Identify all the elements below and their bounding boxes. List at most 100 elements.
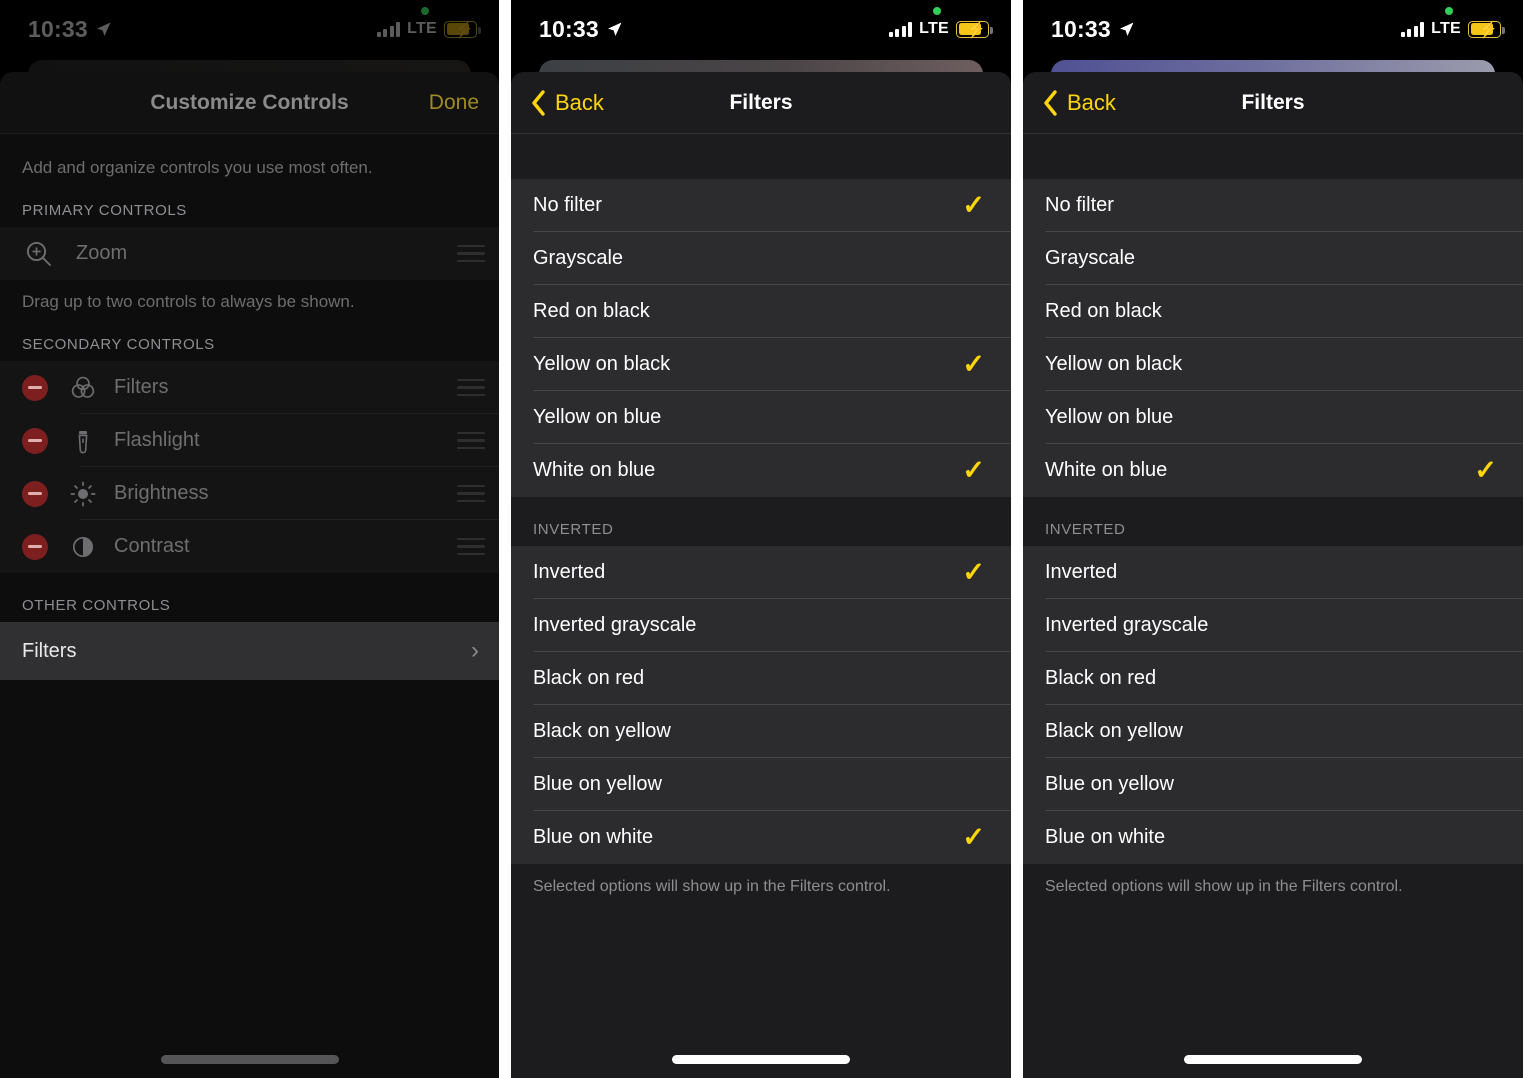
control-label: Zoom — [76, 242, 128, 264]
sheet-filler — [511, 896, 1011, 1078]
filter-row-inverted-grayscale[interactable]: Inverted grayscale✓ — [1023, 599, 1523, 652]
filter-row-black-on-red[interactable]: Black on red✓ — [511, 652, 1011, 705]
filter-row-blue-on-white[interactable]: Blue on white✓ — [1023, 811, 1523, 864]
filter-row-yellow-on-black[interactable]: Yellow on black✓ — [1023, 338, 1523, 391]
home-indicator[interactable] — [160, 1055, 339, 1064]
control-label: Filters — [22, 639, 77, 662]
location-arrow-icon — [1119, 22, 1134, 36]
primary-controls-hint: Drag up to two controls to always be sho… — [0, 280, 499, 312]
filters-list: No filter✓ Grayscale✓ Red on black✓ Yell… — [1023, 179, 1523, 497]
inverted-filters-list: Inverted✓ Inverted grayscale✓ Black on r… — [1023, 546, 1523, 864]
modal-sheet: Back Filters No filter✓ Grayscale✓ Red o… — [1023, 72, 1523, 1078]
control-label: Brightness — [114, 482, 209, 504]
checkmark-icon: ✓ — [1474, 455, 1497, 485]
filters-list: No filter✓ Grayscale✓ Red on black✓ Yell… — [511, 179, 1011, 497]
three-panel-screenshot-strip: 10:33 LTE ⚡ Customize Controls Done Add … — [0, 0, 1524, 1078]
filter-row-yellow-on-blue[interactable]: Yellow on blue✓ — [1023, 391, 1523, 444]
top-spacer — [511, 134, 1011, 179]
remove-minus-icon[interactable] — [22, 427, 48, 454]
filter-row-yellow-on-black[interactable]: Yellow on black✓ — [511, 338, 1011, 391]
status-bar-clock: 10:33 — [28, 15, 88, 42]
location-arrow-icon — [96, 22, 111, 36]
battery-charging-icon: ⚡ — [956, 20, 993, 39]
filter-label: White on blue — [1045, 459, 1168, 481]
primary-controls-header: PRIMARY CONTROLS — [0, 178, 499, 227]
sheet-body: Add and organize controls you use most o… — [0, 134, 499, 1078]
control-row-flashlight[interactable]: Flashlight — [0, 414, 499, 467]
filter-label: Yellow on blue — [1045, 406, 1174, 428]
filter-label: Blue on yellow — [533, 773, 662, 795]
filter-row-white-on-blue[interactable]: White on blue ✓ — [511, 444, 1011, 497]
filter-row-blue-on-white[interactable]: Blue on white✓ — [511, 811, 1011, 864]
filter-row-red-on-black[interactable]: Red on black✓ — [1023, 285, 1523, 338]
home-indicator[interactable] — [672, 1055, 850, 1064]
filter-row-black-on-red[interactable]: Black on red✓ — [1023, 652, 1523, 705]
status-bar-indicators: LTE ⚡ — [1400, 20, 1505, 39]
filter-label: Yellow on black — [1045, 353, 1183, 375]
other-control-row-filters[interactable]: Filters › — [0, 622, 499, 680]
status-bar: 10:33 LTE ⚡ — [1023, 0, 1523, 58]
filter-row-inverted[interactable]: Inverted✓ — [1023, 546, 1523, 599]
page-title: Customize Controls — [150, 91, 349, 114]
status-bar-time-group: 10:33 — [1051, 16, 1135, 43]
control-row-brightness[interactable]: Brightness — [0, 467, 499, 520]
reorder-handle-icon[interactable] — [457, 537, 485, 556]
filter-row-blue-on-yellow[interactable]: Blue on yellow✓ — [511, 758, 1011, 811]
secondary-controls-list: Filters Flashlight Brightness Contrast — [0, 361, 499, 573]
filter-label: Grayscale — [1045, 247, 1136, 269]
remove-minus-icon[interactable] — [22, 533, 48, 560]
status-bar: 10:33 LTE ⚡ — [0, 0, 499, 58]
filter-row-yellow-on-blue[interactable]: Yellow on blue✓ — [511, 391, 1011, 444]
filter-row-white-on-blue[interactable]: White on blue ✓ — [1023, 444, 1523, 497]
sheet-nav-bar: Back Filters — [1023, 72, 1523, 134]
panel-gap — [499, 0, 511, 1078]
sheet-body: No filter✓ Grayscale✓ Red on black✓ Yell… — [511, 134, 1011, 1078]
chevron-left-icon — [532, 90, 545, 116]
back-label: Back — [1067, 90, 1116, 115]
remove-minus-icon[interactable] — [22, 374, 48, 401]
filter-label: Yellow on black — [533, 353, 671, 375]
done-button[interactable]: Done — [429, 91, 479, 115]
brightness-sun-icon — [62, 479, 104, 509]
modal-sheet: Back Filters No filter✓ Grayscale✓ Red o… — [511, 72, 1011, 1078]
reorder-handle-icon[interactable] — [457, 431, 485, 450]
filter-row-black-on-yellow[interactable]: Black on yellow✓ — [511, 705, 1011, 758]
reorder-handle-icon[interactable] — [457, 484, 485, 503]
home-indicator[interactable] — [1184, 1055, 1362, 1064]
panel-gap — [1011, 0, 1023, 1078]
filter-label: Inverted grayscale — [1045, 614, 1209, 636]
control-row-contrast[interactable]: Contrast — [0, 520, 499, 573]
sheet-nav-bar: Customize Controls Done — [0, 72, 499, 134]
filter-label: Inverted grayscale — [533, 614, 697, 636]
filter-label: White on blue — [533, 459, 656, 481]
control-row-filters[interactable]: Filters — [0, 361, 499, 414]
status-bar-time-group: 10:33 — [539, 16, 623, 43]
control-row-zoom[interactable]: Zoom — [0, 227, 499, 280]
reorder-handle-icon[interactable] — [457, 244, 485, 263]
filter-row-blue-on-yellow[interactable]: Blue on yellow✓ — [1023, 758, 1523, 811]
remove-minus-icon[interactable] — [22, 480, 48, 507]
cellular-bars-icon — [376, 21, 401, 37]
filters-footnote: Selected options will show up in the Fil… — [1023, 864, 1523, 896]
filter-row-no-filter[interactable]: No filter✓ — [511, 179, 1011, 232]
filter-row-grayscale[interactable]: Grayscale✓ — [1023, 232, 1523, 285]
filter-row-inverted-grayscale[interactable]: Inverted grayscale✓ — [511, 599, 1011, 652]
chevron-right-icon: › — [471, 637, 479, 664]
filter-row-no-filter[interactable]: No filter✓ — [1023, 179, 1523, 232]
sheet-filler — [1023, 896, 1523, 1078]
back-button[interactable]: Back — [1043, 90, 1116, 116]
secondary-controls-header: SECONDARY CONTROLS — [0, 312, 499, 361]
filter-label: Blue on white — [1045, 826, 1166, 848]
inverted-filters-list: Inverted✓ Inverted grayscale✓ Black on r… — [511, 546, 1011, 864]
status-bar-clock: 10:33 — [539, 15, 599, 42]
status-bar: 10:33 LTE ⚡ — [511, 0, 1011, 58]
reorder-handle-icon[interactable] — [457, 378, 485, 397]
filter-row-red-on-black[interactable]: Red on black✓ — [511, 285, 1011, 338]
filters-footnote: Selected options will show up in the Fil… — [511, 864, 1011, 896]
checkmark-icon: ✓ — [962, 190, 985, 220]
filter-row-grayscale[interactable]: Grayscale✓ — [511, 232, 1011, 285]
filter-label: Inverted — [533, 561, 606, 583]
back-button[interactable]: Back — [531, 90, 604, 116]
filter-row-inverted[interactable]: Inverted✓ — [511, 546, 1011, 599]
filter-row-black-on-yellow[interactable]: Black on yellow✓ — [1023, 705, 1523, 758]
